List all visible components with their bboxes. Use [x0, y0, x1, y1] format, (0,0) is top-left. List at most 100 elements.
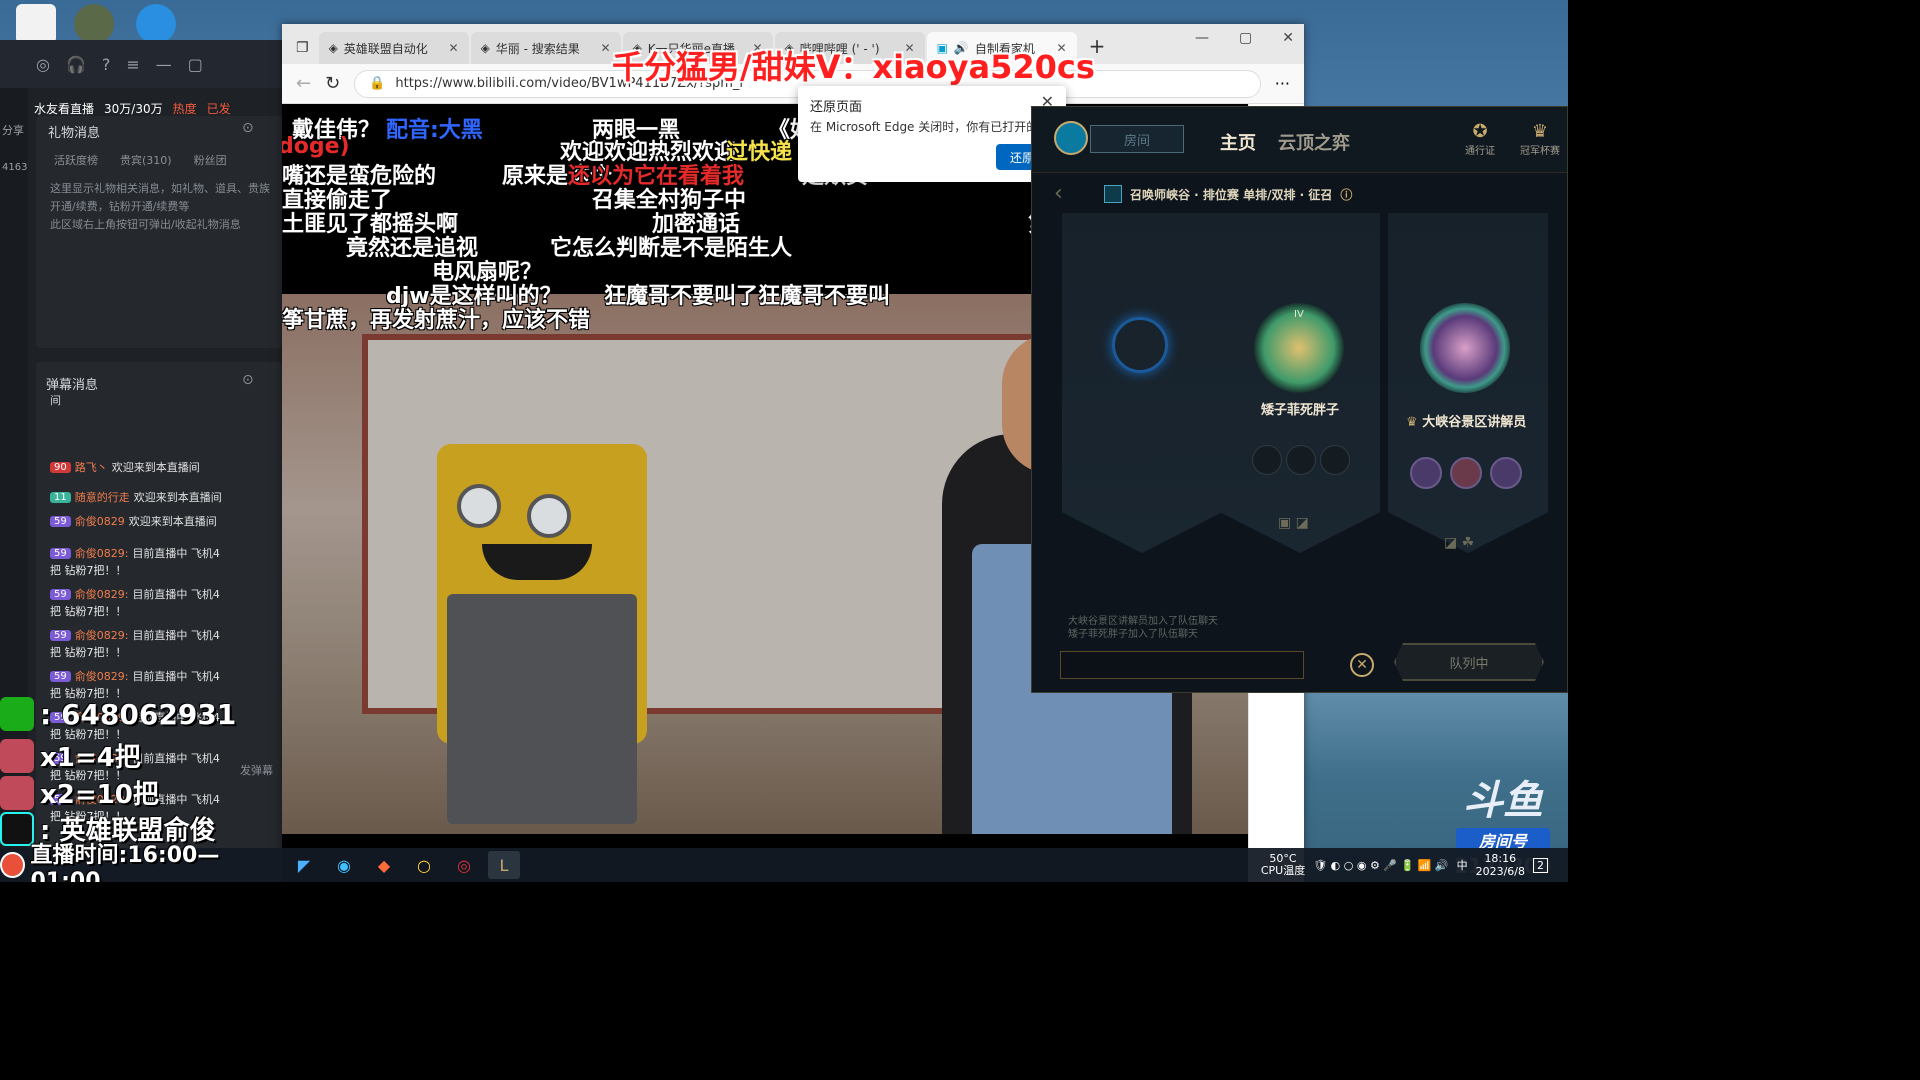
tab-favicon: ◈: [328, 41, 338, 55]
danmu-row[interactable]: 59 俞俊0829: 目前直播中 飞机4: [50, 624, 220, 646]
lol-nav-trophy[interactable]: ♛ 冠军杯赛: [1514, 121, 1566, 157]
side-number: 4163: [2, 162, 28, 173]
danmu-panel-title: 弹幕消息: [46, 378, 99, 393]
help-icon[interactable]: ?: [102, 55, 111, 74]
cpu-temp: 50°C CPU温度: [1261, 853, 1305, 877]
tab-actions-icon[interactable]: ❐: [296, 40, 309, 56]
danmu-text: 欢迎来到本直播间: [111, 461, 200, 474]
player1-role-icons[interactable]: ▣ ◪: [1278, 515, 1309, 531]
taskbar-app-icon[interactable]: ○: [408, 851, 440, 879]
room-label[interactable]: 水友看直播: [34, 100, 94, 117]
viewer-count: 30万/30万: [104, 101, 163, 116]
danmu-row[interactable]: 59 俞俊0829: 目前直播中 飞机4: [50, 665, 220, 687]
douyin-icon: [0, 811, 34, 846]
gift-settings-icon[interactable]: ⊙: [242, 120, 254, 136]
danmu-text: 欢迎来到本直播间: [128, 515, 217, 528]
taskbar-clock[interactable]: 18:16 2023/6/8: [1476, 852, 1525, 878]
danmu-nick: 俞俊0829:: [74, 547, 129, 560]
level-badge: 59: [50, 547, 71, 559]
tab-title: 英雄联盟自动化: [343, 41, 428, 56]
window-controls: — ▢ ✕: [1195, 30, 1294, 46]
system-tray: 50°C CPU温度 🛡 ◐ ○ ◉ ⚙ 🎤 🔋 📶 🔊 中 18:16 202…: [1261, 848, 1548, 882]
danmu-text: 欢迎来到本直播间: [133, 491, 222, 504]
lol-taskbar-icon[interactable]: L: [488, 851, 520, 879]
more-icon[interactable]: ···: [1275, 74, 1290, 93]
tab-favicon: ◈: [480, 41, 490, 55]
edge-icon[interactable]: ◉: [328, 851, 360, 879]
browser-tab-1[interactable]: ◈ 英雄联盟自动化 ✕: [318, 32, 469, 64]
minimize-icon[interactable]: —: [156, 55, 172, 74]
danmu-row[interactable]: 59 俞俊0829: 目前直播中 飞机4: [50, 583, 220, 605]
danmu-nick: 俞俊0829:: [74, 629, 129, 642]
tab-close-icon[interactable]: ✕: [449, 41, 459, 55]
refresh-icon[interactable]: ↻: [325, 73, 340, 94]
cancel-queue-icon[interactable]: ✕: [1350, 653, 1374, 677]
letterbox-bottom: [0, 882, 1920, 1080]
danmu-nick: 俞俊0829:: [74, 588, 129, 601]
desktop-file-icon[interactable]: [16, 4, 56, 44]
share-label[interactable]: 分享: [0, 88, 28, 138]
ime-indicator[interactable]: 中: [1457, 857, 1468, 873]
queue-mode-icon: [1104, 185, 1122, 203]
queue-status-button[interactable]: 队列中: [1394, 643, 1544, 681]
gift-tabs: 活跃度榜 贵宾(310) 粉丝团: [54, 152, 227, 168]
lol-tab-home[interactable]: 主页: [1220, 129, 1256, 155]
promo-plane-2-text: x2=10把: [40, 780, 159, 810]
notification-count[interactable]: 2: [1533, 857, 1548, 873]
danmaku-comment: 筝甘蔗，再发射蔗汁，应该不错: [282, 308, 591, 333]
browser-tab-2[interactable]: ◈ 华丽 - 搜索结果 ✕: [470, 32, 621, 64]
taskbar-app-icon[interactable]: ◆: [368, 851, 400, 879]
minimize-icon[interactable]: —: [1195, 30, 1209, 46]
danmu-row[interactable]: 59 俞俊0829 欢迎来到本直播间: [50, 510, 217, 532]
player1-name[interactable]: 矮子菲死胖子: [1261, 399, 1339, 418]
gift-tab-activity[interactable]: 活跃度榜: [54, 152, 98, 168]
danmu-settings-icon[interactable]: ⊙: [242, 372, 254, 388]
lol-tab-tft[interactable]: 云顶之弈: [1278, 129, 1350, 155]
plane-icon: [0, 738, 34, 773]
taskbar-app-icon[interactable]: ◤: [288, 851, 320, 879]
info-icon[interactable]: ⓘ: [1340, 186, 1352, 203]
headset-icon[interactable]: 🎧: [66, 55, 86, 74]
danmu-text: 目前直播中 飞机4: [132, 752, 220, 765]
danmu-text: 目前直播中 飞机4: [132, 547, 220, 560]
lol-nav-pass[interactable]: ✪ 通行证: [1454, 121, 1506, 157]
gift-panel-title: 礼物消息: [48, 126, 101, 141]
send-danmu-button[interactable]: 发弹幕: [240, 762, 273, 778]
lobby-chat-input[interactable]: [1060, 651, 1304, 679]
danmu-row[interactable]: 11 随意的行走 欢迎来到本直播间: [50, 486, 222, 508]
danmu-text: 目前直播中 飞机4: [132, 670, 220, 683]
stream-assistant-titlebar: ◎ 🎧 ? ≡ — ▢: [0, 40, 282, 88]
tab-close-icon[interactable]: ✕: [601, 41, 611, 55]
robot-eye-left: [457, 484, 501, 528]
player2-role-icons[interactable]: ◪ ☘: [1444, 535, 1474, 551]
netease-music-icon[interactable]: ◎: [448, 851, 480, 879]
back-icon[interactable]: ←: [296, 73, 311, 94]
douyu-logo: 斗鱼: [1463, 778, 1543, 824]
back-chevron-icon[interactable]: ‹: [1054, 181, 1063, 206]
level-badge: 90: [50, 461, 71, 473]
maximize-icon[interactable]: ▢: [188, 55, 203, 74]
clock-date: 2023/6/8: [1475, 865, 1525, 878]
danmu-row[interactable]: 90 路飞丶 欢迎来到本直播间: [50, 456, 200, 478]
close-icon[interactable]: ✕: [1282, 30, 1294, 46]
gift-tab-fans[interactable]: 粉丝团: [194, 152, 227, 168]
lol-logo-icon[interactable]: [1054, 121, 1088, 155]
gift-tab-vip[interactable]: 贵宾(310): [120, 152, 172, 168]
desktop-qq-icon[interactable]: [136, 4, 176, 44]
restore-dialog-body: 在 Microsoft Edge 关闭时，你有已打开的页面。: [810, 120, 1032, 134]
maximize-icon[interactable]: ▢: [1239, 30, 1252, 46]
menu-icon[interactable]: ≡: [126, 55, 139, 74]
restore-pages-dialog: 还原页面 ✕ 在 Microsoft Edge 关闭时，你有已打开的页面。 还原: [798, 86, 1066, 182]
player2-name[interactable]: ♛ 大峡谷景区讲解员: [1406, 411, 1526, 430]
danmu-row[interactable]: 59 俞俊0829: 目前直播中 飞机4: [50, 542, 220, 564]
chat-line: 大峡谷景区讲解员加入了队伍聊天: [1068, 616, 1218, 627]
player2-rune-icon: [1490, 457, 1522, 489]
tray-icons[interactable]: 🛡 ◐ ○ ◉ ⚙ 🎤 🔋 📶 🔊: [1313, 859, 1448, 872]
heat-label: 热度: [172, 101, 197, 116]
clock-time: 18:16: [1484, 852, 1517, 865]
lol-play-button[interactable]: 房间: [1090, 125, 1184, 153]
desktop-game-icon[interactable]: [74, 4, 114, 44]
level-badge: 59: [50, 629, 71, 641]
player1-spell-slot: [1252, 445, 1282, 475]
empty-invite-slot[interactable]: [1112, 317, 1168, 373]
